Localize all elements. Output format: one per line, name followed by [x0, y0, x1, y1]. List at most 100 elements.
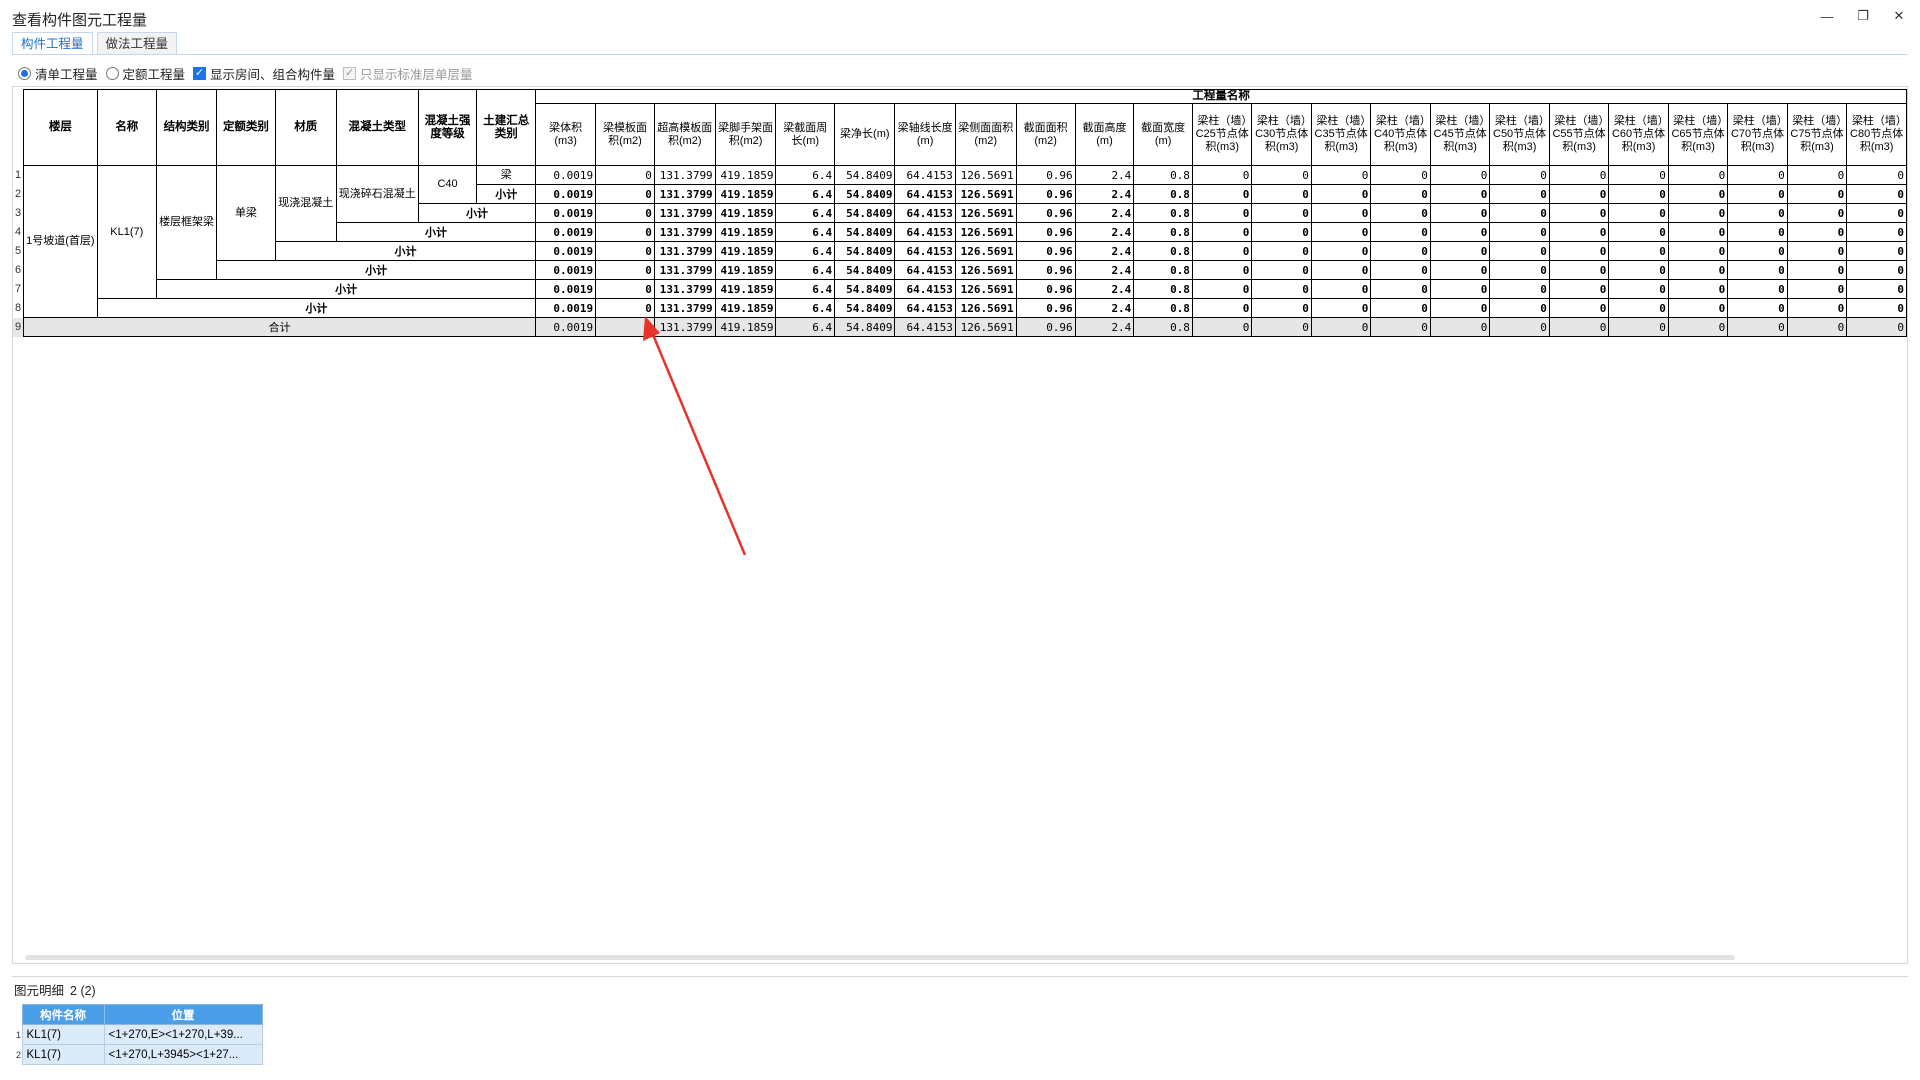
- value-cell[interactable]: 0: [1846, 260, 1907, 280]
- value-cell[interactable]: 0: [1429, 279, 1491, 299]
- value-cell[interactable]: 0: [1786, 184, 1848, 204]
- value-cell[interactable]: 0: [1191, 222, 1253, 242]
- value-cell[interactable]: 0.8: [1133, 203, 1193, 223]
- header-metric[interactable]: 梁轴线长度(m): [894, 103, 956, 166]
- cell-material[interactable]: 现浇混凝土: [274, 165, 337, 242]
- value-cell[interactable]: 0: [1251, 184, 1312, 204]
- value-cell[interactable]: 0: [1251, 298, 1312, 318]
- value-cell[interactable]: 0.0019: [535, 184, 597, 204]
- value-cell[interactable]: 0: [1489, 165, 1550, 185]
- value-cell[interactable]: 0: [1429, 184, 1491, 204]
- value-cell[interactable]: 0: [1370, 298, 1431, 318]
- header-metric[interactable]: 截面高度(m): [1074, 103, 1135, 166]
- value-cell[interactable]: 0.0019: [535, 298, 597, 318]
- value-cell[interactable]: 131.3799: [653, 260, 716, 280]
- subtotal-row[interactable]: 8 小计 0.0019 0 131.3799 419.1859 6.4 54.8409 64.4…: [13, 298, 1907, 318]
- value-cell[interactable]: 419.1859: [714, 203, 777, 223]
- value-cell[interactable]: 131.3799: [653, 298, 716, 318]
- value-cell[interactable]: 0: [595, 279, 655, 299]
- value-cell[interactable]: 0: [1548, 241, 1610, 261]
- value-cell[interactable]: 0: [1846, 279, 1907, 299]
- value-cell[interactable]: 64.4153: [894, 184, 956, 204]
- header-metric[interactable]: 梁柱（墙）C25节点体积(m3): [1191, 103, 1253, 166]
- horizontal-scrollbar[interactable]: [25, 955, 1735, 960]
- value-cell[interactable]: 2.4: [1074, 260, 1135, 280]
- value-cell[interactable]: 126.5691: [954, 279, 1017, 299]
- value-cell[interactable]: 2.4: [1074, 165, 1135, 185]
- value-cell[interactable]: 0: [1251, 203, 1312, 223]
- tab-component-quantity[interactable]: 构件工程量: [12, 32, 93, 54]
- value-cell[interactable]: 0: [1846, 317, 1907, 337]
- detail-row[interactable]: 2 KL1(7) <1+270,L+3945><1+27...: [16, 1044, 263, 1065]
- value-cell[interactable]: 0: [1310, 241, 1372, 261]
- value-cell[interactable]: 419.1859: [714, 165, 777, 185]
- value-cell[interactable]: 54.8409: [834, 241, 896, 261]
- value-cell[interactable]: 54.8409: [834, 298, 896, 318]
- value-cell[interactable]: 0: [595, 165, 655, 185]
- value-cell[interactable]: 0: [1370, 241, 1431, 261]
- radio-unchecked-icon[interactable]: [105, 66, 119, 80]
- value-cell[interactable]: 54.8409: [834, 222, 896, 242]
- value-cell[interactable]: 0: [1786, 222, 1848, 242]
- header-metric[interactable]: 梁柱（墙）C75节点体积(m3): [1786, 103, 1848, 166]
- header-metric[interactable]: 超高模板面积(m2): [653, 103, 716, 166]
- header-metric[interactable]: 梁柱（墙）C70节点体积(m3): [1727, 103, 1788, 166]
- value-cell[interactable]: 0: [1429, 203, 1491, 223]
- value-cell[interactable]: 0: [1608, 241, 1669, 261]
- value-cell[interactable]: 0: [595, 203, 655, 223]
- value-cell[interactable]: 0: [1667, 279, 1729, 299]
- value-cell[interactable]: 0: [595, 241, 655, 261]
- header-metric[interactable]: 梁脚手架面积(m2): [714, 103, 777, 166]
- value-cell[interactable]: 0: [1310, 222, 1372, 242]
- minimize-icon[interactable]: —: [1816, 6, 1838, 26]
- value-cell[interactable]: 6.4: [775, 241, 836, 261]
- checkmark-icon[interactable]: ✓: [193, 66, 207, 80]
- value-cell[interactable]: 126.5691: [954, 165, 1017, 185]
- value-cell[interactable]: 0: [1429, 222, 1491, 242]
- value-cell[interactable]: 0.96: [1015, 184, 1076, 204]
- value-cell[interactable]: 126.5691: [954, 222, 1017, 242]
- value-cell[interactable]: 0: [1429, 317, 1491, 337]
- header-struct-type[interactable]: 结构类别: [156, 89, 218, 166]
- value-cell[interactable]: 64.4153: [894, 298, 956, 318]
- value-cell[interactable]: 0: [1251, 317, 1312, 337]
- value-cell[interactable]: 0.8: [1133, 317, 1193, 337]
- value-cell[interactable]: 64.4153: [894, 317, 956, 337]
- header-floor[interactable]: 楼层: [23, 89, 98, 166]
- value-cell[interactable]: 0: [1370, 317, 1431, 337]
- value-cell[interactable]: 0: [1489, 203, 1550, 223]
- close-icon[interactable]: ✕: [1888, 6, 1910, 26]
- detail-cell-position[interactable]: <1+270,L+3945><1+27...: [103, 1044, 263, 1065]
- cell-quota-type[interactable]: 单梁: [216, 165, 276, 261]
- header-metric[interactable]: 梁柱（墙）C45节点体积(m3): [1429, 103, 1491, 166]
- value-cell[interactable]: 2.4: [1074, 203, 1135, 223]
- header-metric[interactable]: 梁柱（墙）C30节点体积(m3): [1251, 103, 1312, 166]
- value-cell[interactable]: 0: [1667, 298, 1729, 318]
- subtotal-label[interactable]: 小计: [274, 241, 537, 261]
- value-cell[interactable]: 0: [1727, 279, 1788, 299]
- value-cell[interactable]: 6.4: [775, 298, 836, 318]
- header-metric[interactable]: 梁体积(m3): [535, 103, 597, 166]
- header-metric[interactable]: 梁截面周长(m): [775, 103, 836, 166]
- header-metric[interactable]: 梁模板面积(m2): [595, 103, 655, 166]
- value-cell[interactable]: 131.3799: [653, 165, 716, 185]
- subtotal-label[interactable]: 小计: [216, 260, 537, 280]
- value-cell[interactable]: 0: [1548, 203, 1610, 223]
- value-cell[interactable]: 0.96: [1015, 317, 1076, 337]
- value-cell[interactable]: 0: [1191, 165, 1253, 185]
- value-cell[interactable]: 0: [1489, 222, 1550, 242]
- value-cell[interactable]: 54.8409: [834, 184, 896, 204]
- tab-method-quantity[interactable]: 做法工程量: [96, 32, 178, 54]
- value-cell[interactable]: 0.0019: [535, 165, 597, 185]
- value-cell[interactable]: 54.8409: [834, 317, 896, 337]
- header-metric[interactable]: 截面面积(m2): [1015, 103, 1076, 166]
- value-cell[interactable]: 0: [1370, 260, 1431, 280]
- value-cell[interactable]: 0: [1251, 241, 1312, 261]
- value-cell[interactable]: 0: [1191, 241, 1253, 261]
- value-cell[interactable]: 0.96: [1015, 241, 1076, 261]
- value-cell[interactable]: 0: [1310, 184, 1372, 204]
- value-cell[interactable]: 54.8409: [834, 260, 896, 280]
- value-cell[interactable]: 419.1859: [714, 222, 777, 242]
- value-cell[interactable]: 6.4: [775, 279, 836, 299]
- value-cell[interactable]: 419.1859: [714, 260, 777, 280]
